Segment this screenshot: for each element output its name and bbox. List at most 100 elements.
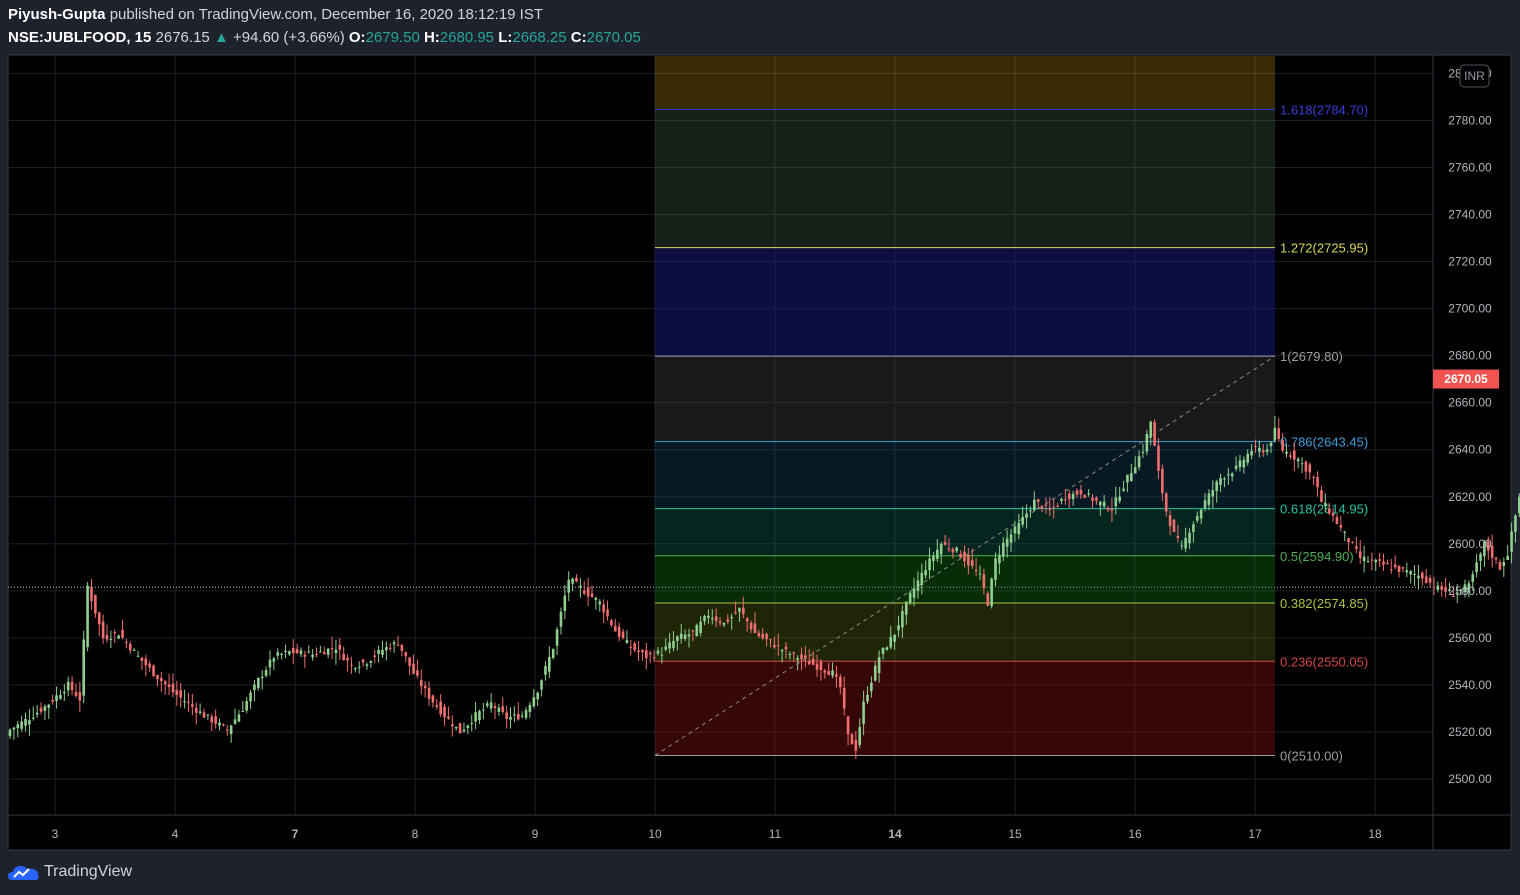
- candle-body: [652, 656, 656, 658]
- candle-body: [94, 594, 97, 614]
- candle-body: [1347, 538, 1350, 543]
- time-tick-label: 10: [648, 827, 662, 841]
- candle-body: [823, 670, 827, 673]
- candle-body: [451, 724, 454, 727]
- price-tick-label: 2520.00: [1448, 725, 1492, 739]
- candle-body: [101, 621, 105, 639]
- candle-body: [1033, 499, 1036, 511]
- price-chart[interactable]: 1.618(2784.70) 1.272(2725.95) 1(2679.80) 0.…: [0, 0, 1520, 895]
- candle-body: [866, 694, 869, 702]
- time-tick-label: 11: [769, 827, 782, 841]
- candle-body: [575, 577, 578, 582]
- candle-body: [1327, 508, 1331, 514]
- candle-body: [645, 650, 648, 659]
- candle-body: [1025, 513, 1028, 518]
- candle-body: [1036, 499, 1040, 502]
- candle-body: [443, 706, 446, 718]
- candle-body: [703, 615, 706, 622]
- tradingview-brand[interactable]: TradingView: [8, 860, 132, 884]
- candle-body: [1393, 564, 1397, 568]
- candle-body: [1013, 526, 1017, 534]
- candle-body: [1145, 433, 1149, 452]
- candle-body: [1141, 451, 1145, 453]
- candle-body: [1281, 440, 1284, 451]
- candle-body: [412, 663, 415, 674]
- candle-body: [939, 543, 943, 555]
- candle-body: [1378, 559, 1381, 561]
- candle-body: [1153, 422, 1156, 446]
- candle-body: [257, 678, 260, 689]
- candle-body: [1149, 421, 1153, 438]
- candle-body: [1029, 510, 1032, 512]
- candle-body: [373, 655, 377, 657]
- candle-body: [850, 734, 854, 745]
- candle-body: [493, 706, 497, 709]
- candle-body: [1389, 569, 1393, 571]
- candle-body: [986, 593, 990, 606]
- candle-body: [1428, 578, 1432, 583]
- fib-level-label: 0.382(2574.85): [1280, 596, 1368, 611]
- candle-body: [59, 695, 62, 699]
- candle-body: [43, 706, 47, 711]
- candle-body: [210, 716, 214, 723]
- candle-body: [1005, 538, 1009, 547]
- candle-body: [1401, 567, 1405, 569]
- fib-level-label: 0.5(2594.90): [1280, 549, 1354, 564]
- candle-body: [1110, 508, 1114, 511]
- candle-body: [955, 547, 959, 552]
- candle-body: [63, 691, 66, 694]
- candle-body: [505, 712, 508, 719]
- currency-badge[interactable]: INR: [1459, 64, 1490, 88]
- candle-body: [769, 639, 772, 641]
- candle-body: [873, 665, 877, 681]
- candle-body: [470, 722, 474, 724]
- tradingview-wordmark: TradingView: [44, 863, 133, 880]
- candle-body: [1168, 515, 1172, 527]
- candle-body: [1044, 504, 1048, 506]
- candle-body: [156, 675, 159, 680]
- candle-body: [811, 658, 815, 665]
- candle-body: [458, 723, 462, 734]
- candle-body: [474, 712, 477, 722]
- candle-body: [959, 553, 962, 558]
- candle-body: [796, 658, 799, 661]
- candle-body: [637, 650, 640, 652]
- candle-body: [377, 649, 380, 654]
- candle-body: [82, 639, 86, 696]
- candle-body: [617, 626, 621, 637]
- time-tick-label: 14: [888, 827, 902, 841]
- price-tick-label: 2720.00: [1448, 255, 1492, 269]
- candle-body: [295, 648, 299, 654]
- candle-body: [385, 647, 388, 651]
- time-tick-label: 17: [1248, 827, 1262, 841]
- fibonacci-retracement[interactable]: 1.618(2784.70) 1.272(2725.95) 1(2679.80) 0.…: [654, 56, 1368, 763]
- candle-body: [749, 622, 753, 630]
- candle-body: [194, 707, 198, 713]
- candle-body: [1009, 534, 1013, 543]
- candle-body: [1079, 489, 1083, 495]
- candle-body: [1021, 516, 1024, 525]
- candle-body: [1223, 478, 1226, 480]
- candle-body: [1157, 445, 1160, 471]
- candle-body: [804, 655, 807, 659]
- candle-body: [167, 684, 171, 688]
- candle-body: [571, 578, 574, 584]
- candle-body: [699, 621, 702, 633]
- candle-body: [1355, 546, 1358, 549]
- candle-body: [454, 726, 458, 729]
- candle-body: [1211, 490, 1215, 497]
- price-tick-label: 2640.00: [1448, 443, 1492, 457]
- candle-body: [1091, 497, 1094, 501]
- candle-body: [885, 647, 889, 650]
- candle-body: [342, 653, 345, 661]
- candle-body: [916, 580, 920, 591]
- candle-body: [1424, 576, 1428, 583]
- candle-body: [633, 643, 636, 651]
- candle-body: [125, 642, 128, 644]
- candle-body: [1114, 497, 1118, 507]
- candle-body: [1098, 501, 1102, 506]
- candle-body: [1374, 559, 1378, 563]
- candle-body: [97, 612, 101, 625]
- fib-level-label: 0(2510.00): [1280, 748, 1343, 763]
- candle-body: [555, 629, 559, 646]
